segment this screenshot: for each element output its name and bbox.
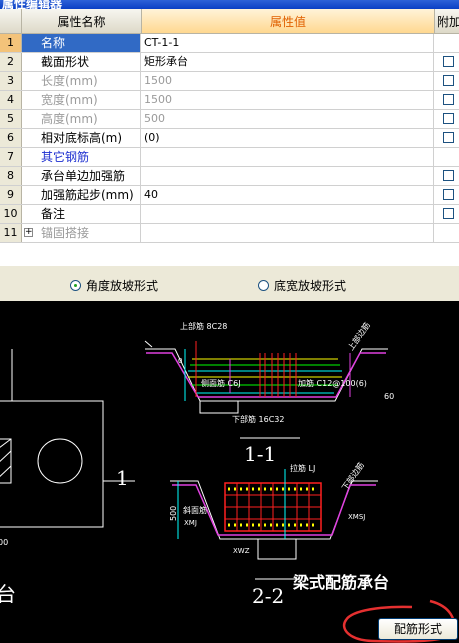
attach-checkbox[interactable] [443, 132, 454, 143]
svg-text:0: 0 [178, 357, 182, 365]
table-row[interactable]: 10 备注 [0, 205, 459, 224]
side-label: 下部边筋 [339, 460, 366, 492]
radio-bottom-width-label: 底宽放坡形式 [274, 279, 347, 293]
slope-mode-group: 角度放坡形式 底宽放坡形式 [0, 266, 459, 301]
property-value-cell[interactable]: 500 [142, 110, 434, 128]
section-2-title: 2-2 [252, 584, 284, 608]
row-number[interactable]: 8 [0, 167, 22, 185]
attach-checkbox[interactable] [443, 113, 454, 124]
attach-checkbox[interactable] [443, 75, 454, 86]
window-title: 属性编辑器 [2, 0, 63, 9]
drawing-caption: 梁式配筋承台 [292, 573, 389, 592]
section-1-rebar [184, 341, 351, 401]
rebar-drawing-canvas: 1 00 台 上部筋 8C28 侧面筋 C6J 加筋 C12@100(6) 下部… [0, 301, 459, 643]
section-1-title: 1-1 [244, 442, 276, 466]
svg-text:XMSJ: XMSJ [348, 513, 365, 521]
property-name-cell[interactable]: 承台单边加强筋 [22, 167, 141, 185]
svg-text:00: 00 [0, 538, 8, 547]
svg-text:500: 500 [169, 506, 178, 521]
property-value-cell[interactable]: 1500 [142, 91, 434, 109]
table-row[interactable]: 6 相对底标高(m) (0) [0, 129, 459, 148]
table-row[interactable]: 9 加强筋起步(mm) 40 [0, 186, 459, 205]
property-value-cell[interactable] [142, 167, 434, 185]
attach-checkbox[interactable] [443, 56, 454, 67]
property-name-cell[interactable]: 加强筋起步(mm) [22, 186, 141, 204]
table-row[interactable]: 7 其它钢筋 [0, 148, 459, 167]
row-number[interactable]: 7 [0, 148, 22, 166]
edge-rebar-label: 加筋 C12@100(6) [298, 378, 367, 388]
table-row[interactable]: 1 名称 CT-1-1 [0, 34, 459, 53]
table-row[interactable]: 4 宽度(mm) 1500 [0, 91, 459, 110]
property-value-cell[interactable] [142, 148, 434, 166]
radio-bottom-width-dot[interactable] [258, 280, 269, 291]
expand-icon[interactable]: + [24, 228, 33, 237]
row-number[interactable]: 9 [0, 186, 22, 204]
side-rebar-label: 侧面筋 C6J [201, 378, 241, 388]
plan-marker-label: 1 [116, 466, 129, 490]
table-row[interactable]: 3 长度(mm) 1500 [0, 72, 459, 91]
radio-angle-dot[interactable] [70, 280, 81, 291]
row-number[interactable]: 2 [0, 53, 22, 71]
svg-text:60: 60 [384, 392, 394, 401]
property-name-cell[interactable]: 宽度(mm) [22, 91, 141, 109]
row-number[interactable]: 3 [0, 72, 22, 90]
top-right-label: 上部边筋 [345, 320, 372, 352]
property-value-cell[interactable] [142, 224, 434, 242]
slope-rebar-label: 斜面筋 [183, 505, 207, 515]
property-name-cell[interactable]: 长度(mm) [22, 72, 141, 90]
row-number[interactable]: 5 [0, 110, 22, 128]
property-grid: 属性名称 属性值 附加 1 名称 CT-1-1 2 截面形状 矩形承台 3 长度(mm) 150… [0, 9, 459, 266]
property-value-cell[interactable]: (0) [142, 129, 434, 147]
header-property-value[interactable]: 属性值 [142, 9, 435, 34]
property-name-cell[interactable]: 截面形状 [22, 53, 141, 71]
property-name-cell[interactable]: 备注 [22, 205, 141, 223]
table-row[interactable]: 5 高度(mm) 500 [0, 110, 459, 129]
plan-column-circle [37, 438, 83, 484]
table-row[interactable]: 11 锚固搭接 + [0, 224, 459, 243]
property-value-cell[interactable] [142, 205, 434, 223]
bottom-rebar-label: 下部筋 16C32 [232, 414, 285, 424]
rebar-form-button[interactable]: 配筋形式 [378, 618, 458, 640]
header-property-name[interactable]: 属性名称 [22, 9, 142, 34]
radio-bottom-width-slope[interactable]: 底宽放坡形式 [258, 277, 346, 294]
row-number[interactable]: 10 [0, 205, 22, 223]
attach-checkbox[interactable] [443, 208, 454, 219]
svg-text:XMJ: XMJ [184, 519, 197, 527]
svg-text:XWZ: XWZ [233, 547, 250, 555]
title-bar: 属性编辑器 [0, 0, 459, 9]
attach-checkbox[interactable] [443, 94, 454, 105]
table-row[interactable]: 2 截面形状 矩形承台 [0, 53, 459, 72]
property-name-cell[interactable]: 名称 [22, 34, 141, 52]
property-value-cell[interactable]: 40 [142, 186, 434, 204]
row-number[interactable]: 11 [0, 224, 22, 242]
attach-checkbox[interactable] [443, 170, 454, 181]
property-name-cell[interactable]: 其它钢筋 [22, 148, 141, 166]
property-value-cell[interactable]: 矩形承台 [142, 53, 434, 71]
footer-char: 台 [0, 582, 16, 606]
top-rebar-label: 上部筋 8C28 [180, 321, 227, 331]
header-attach[interactable]: 附加 [435, 9, 459, 34]
radio-angle-slope[interactable]: 角度放坡形式 [70, 277, 158, 294]
section-2-rebar [224, 469, 322, 539]
property-value-cell[interactable]: 1500 [142, 72, 434, 90]
property-name-cell[interactable]: 锚固搭接 [22, 224, 141, 242]
property-name-cell[interactable]: 高度(mm) [22, 110, 141, 128]
rebar-drawing: 1 00 台 上部筋 8C28 侧面筋 C6J 加筋 C12@100(6) 下部… [0, 320, 394, 608]
row-number[interactable]: 4 [0, 91, 22, 109]
stirrup-label: 拉筋 LJ [290, 463, 315, 473]
property-value-cell[interactable]: CT-1-1 [142, 34, 434, 52]
plan-outline [0, 400, 104, 528]
property-name-cell[interactable]: 相对底标高(m) [22, 129, 141, 147]
row-number[interactable]: 1 [0, 34, 22, 52]
row-number[interactable]: 6 [0, 129, 22, 147]
table-row[interactable]: 8 承台单边加强筋 [0, 167, 459, 186]
attach-checkbox[interactable] [443, 189, 454, 200]
radio-angle-label: 角度放坡形式 [86, 279, 159, 293]
header-row-number [0, 9, 22, 34]
